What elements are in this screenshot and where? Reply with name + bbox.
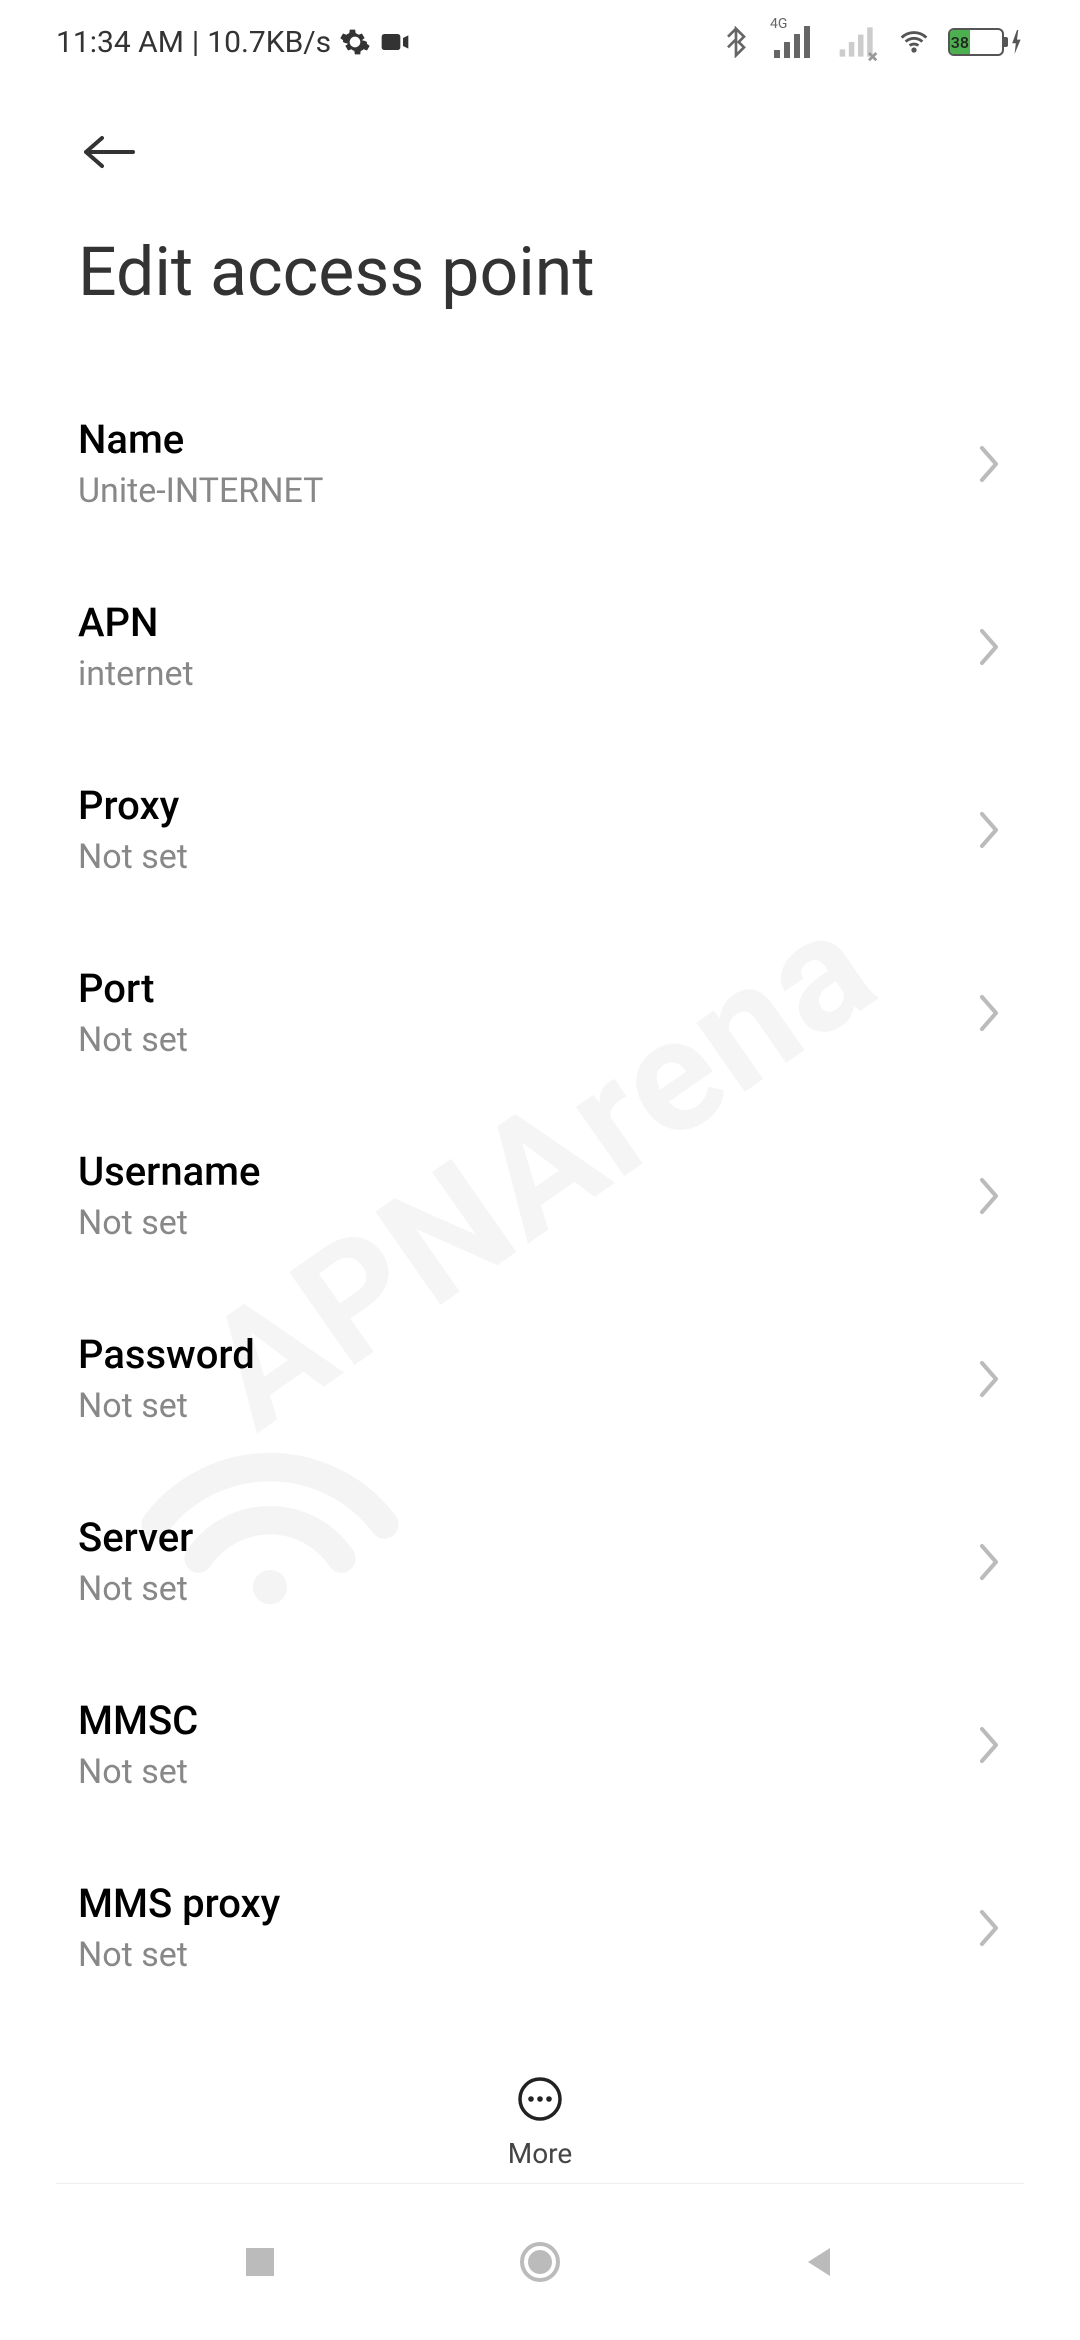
setting-value: Not set (78, 1203, 978, 1243)
setting-label: MMS proxy (78, 1880, 978, 1927)
setting-value: Not set (78, 1935, 978, 1975)
setting-label: Proxy (78, 782, 978, 829)
square-icon (238, 2240, 282, 2284)
setting-value: Not set (78, 1752, 978, 1792)
status-left: 11:34 AM | 10.7KB/s (56, 25, 411, 60)
chevron-right-icon (978, 444, 1002, 484)
gear-icon (339, 26, 371, 58)
battery-indicator: 38 (948, 28, 1024, 56)
triangle-left-icon (798, 2240, 842, 2284)
circle-icon (518, 2240, 562, 2284)
setting-value: Not set (78, 1569, 978, 1609)
status-time: 11:34 AM (56, 25, 184, 60)
setting-port[interactable]: Port Not set (78, 921, 1002, 1104)
chevron-right-icon (978, 1725, 1002, 1765)
status-bar: 11:34 AM | 10.7KB/s 4G 38 (0, 0, 1080, 84)
more-icon (516, 2075, 564, 2123)
setting-name[interactable]: Name Unite-INTERNET (78, 372, 1002, 555)
chevron-right-icon (978, 1359, 1002, 1399)
charging-icon (1010, 30, 1024, 54)
setting-label: Password (78, 1331, 978, 1378)
chevron-right-icon (978, 1908, 1002, 1948)
setting-label: Port (78, 965, 978, 1012)
back-arrow-icon (78, 132, 138, 172)
battery-percent: 38 (950, 30, 970, 54)
nav-recents-button[interactable] (238, 2240, 282, 2284)
setting-username[interactable]: Username Not set (78, 1104, 1002, 1287)
status-data-rate: 10.7KB/s (207, 25, 331, 60)
status-separator: | (192, 25, 199, 60)
page-title: Edit access point (0, 196, 1080, 372)
setting-mmsc[interactable]: MMSC Not set (78, 1653, 1002, 1836)
wifi-icon (898, 26, 930, 58)
signal-4g-icon: 4G (770, 26, 818, 58)
setting-label: Name (78, 416, 978, 463)
signal-no-sim-icon (836, 26, 880, 58)
setting-mms-proxy[interactable]: MMS proxy Not set (78, 1836, 1002, 2019)
setting-label: APN (78, 599, 978, 646)
video-icon (379, 26, 411, 58)
chevron-right-icon (978, 993, 1002, 1033)
setting-value: Unite-INTERNET (78, 471, 978, 511)
more-label: More (508, 2137, 573, 2170)
setting-value: Not set (78, 1386, 978, 1426)
nav-home-button[interactable] (518, 2240, 562, 2284)
setting-value: internet (78, 654, 978, 694)
more-button[interactable]: More (0, 2045, 1080, 2170)
setting-apn[interactable]: APN internet (78, 555, 1002, 738)
back-button[interactable] (0, 84, 1080, 196)
nav-back-button[interactable] (798, 2240, 842, 2284)
setting-label: Server (78, 1514, 978, 1561)
chevron-right-icon (978, 1176, 1002, 1216)
setting-label: MMSC (78, 1697, 978, 1744)
navigation-bar (0, 2184, 1080, 2340)
settings-list: Name Unite-INTERNET APN internet Proxy N… (0, 372, 1080, 2019)
chevron-right-icon (978, 627, 1002, 667)
chevron-right-icon (978, 1542, 1002, 1582)
setting-label: Username (78, 1148, 978, 1195)
setting-value: Not set (78, 837, 978, 877)
chevron-right-icon (978, 810, 1002, 850)
setting-proxy[interactable]: Proxy Not set (78, 738, 1002, 921)
bluetooth-icon (720, 26, 752, 58)
setting-value: Not set (78, 1020, 978, 1060)
status-right: 4G 38 (720, 26, 1024, 58)
setting-password[interactable]: Password Not set (78, 1287, 1002, 1470)
setting-server[interactable]: Server Not set (78, 1470, 1002, 1653)
